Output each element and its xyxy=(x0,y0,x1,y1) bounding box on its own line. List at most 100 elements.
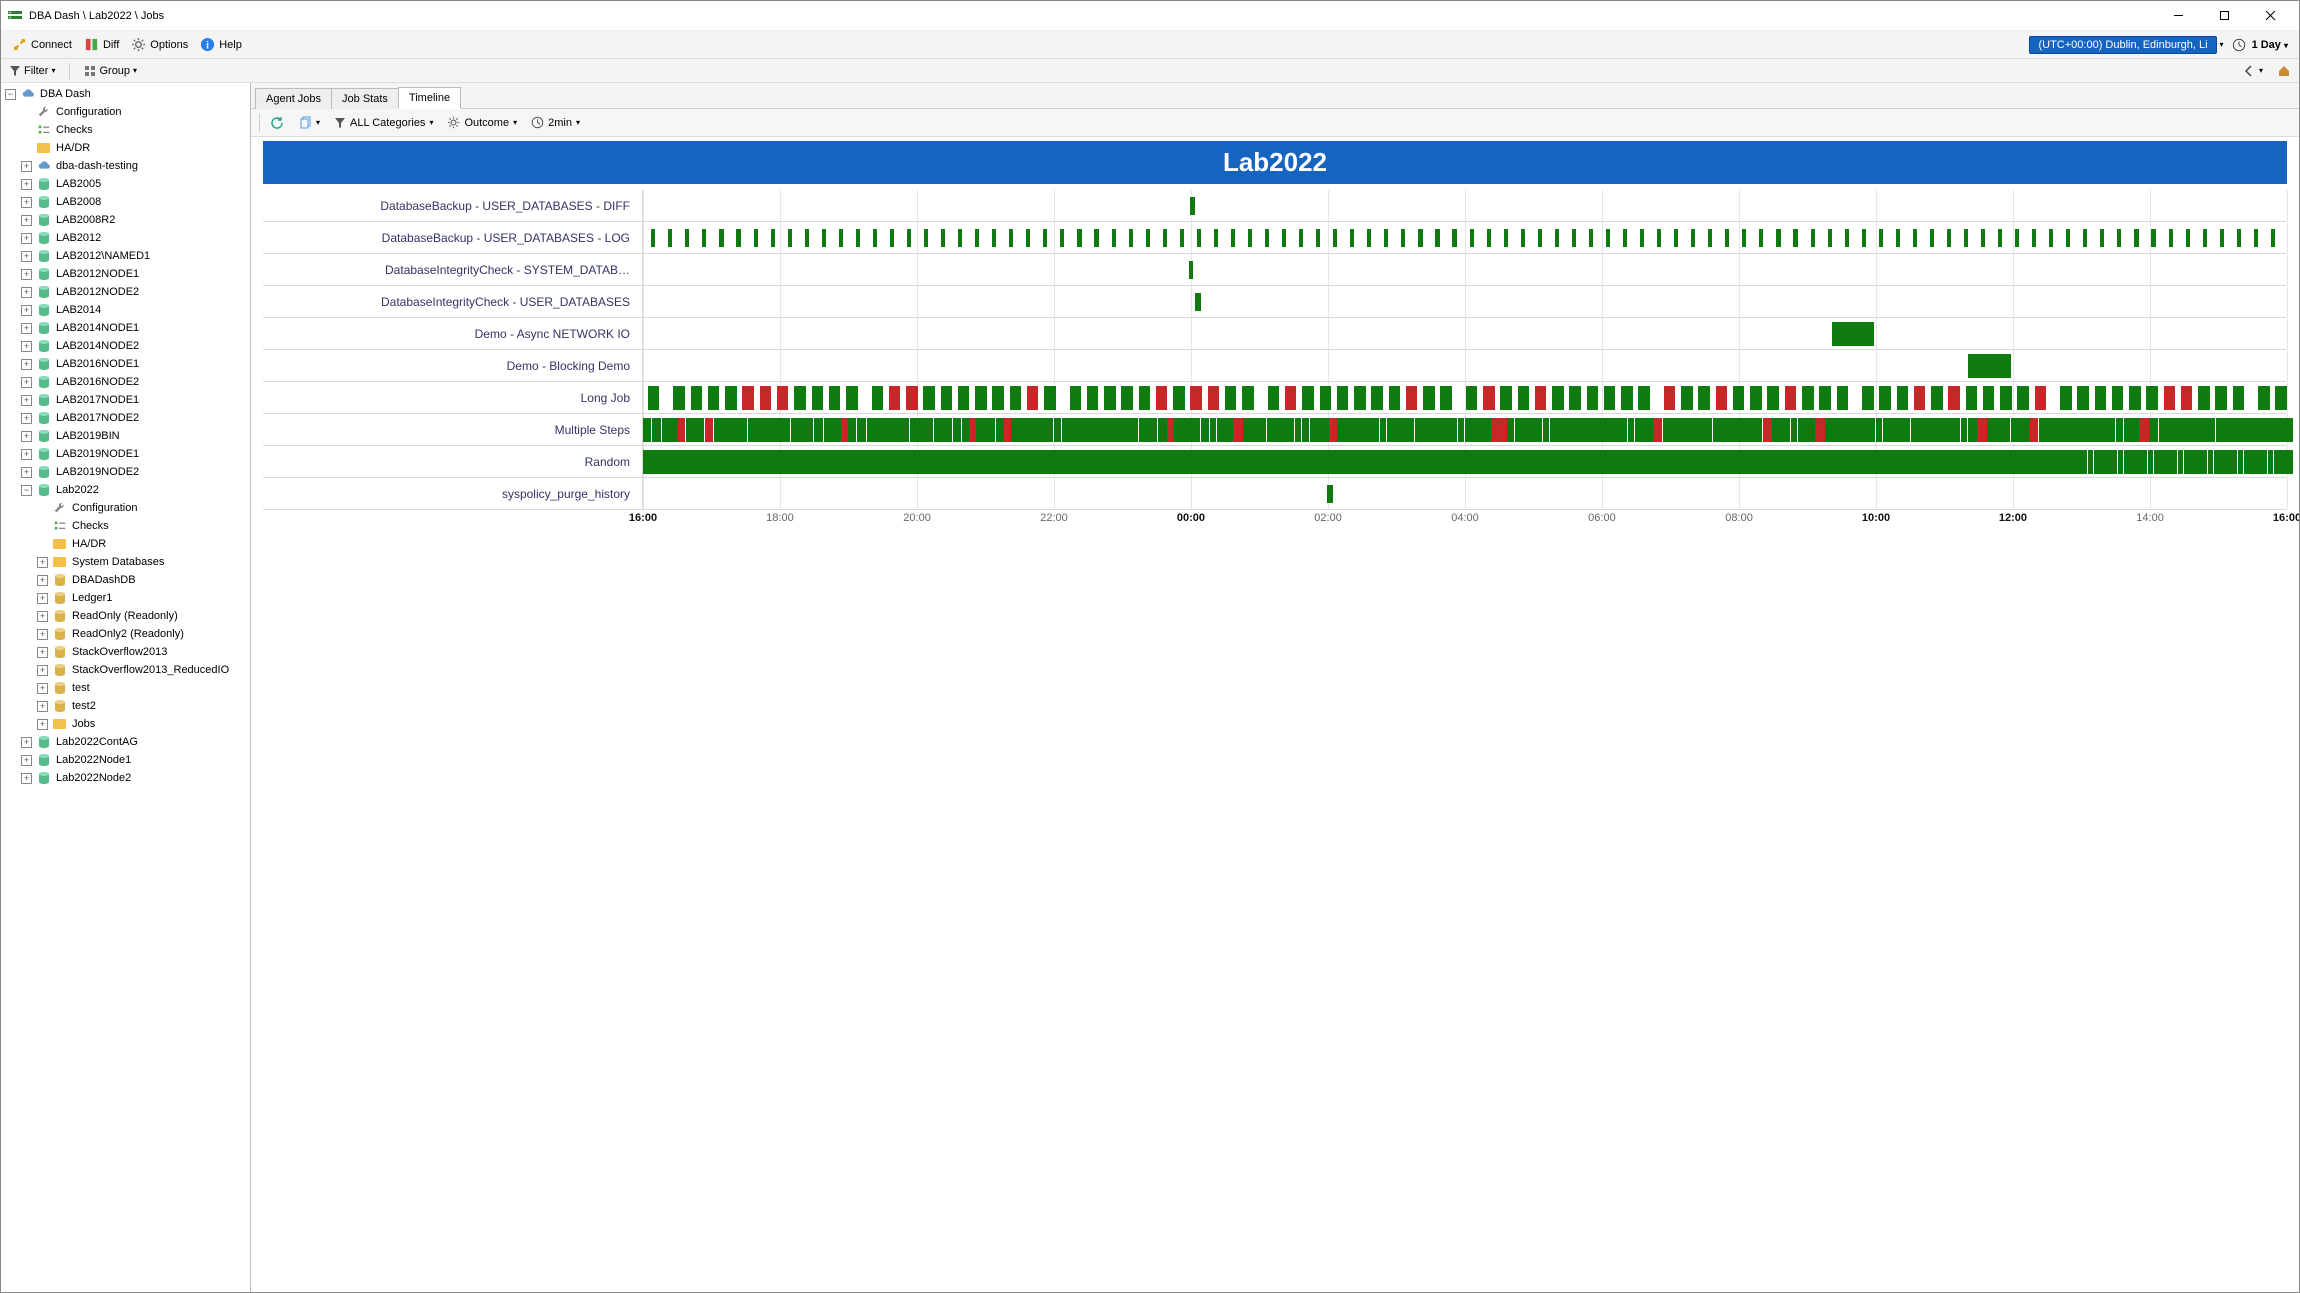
tree-item[interactable]: Configuration xyxy=(1,499,250,517)
tree-expander-icon[interactable]: + xyxy=(21,377,32,388)
timeline-row-label[interactable]: Long Job xyxy=(263,382,643,413)
tree-expander-icon[interactable]: + xyxy=(21,341,32,352)
tree-item[interactable]: +LAB2012NODE1 xyxy=(1,265,250,283)
timeline-row-label[interactable]: Random xyxy=(263,446,643,477)
tree-item[interactable]: +LAB2016NODE2 xyxy=(1,373,250,391)
tree-expander-icon[interactable]: + xyxy=(37,683,48,694)
timeline-row-track[interactable] xyxy=(643,286,2287,317)
tree-item[interactable]: +LAB2014 xyxy=(1,301,250,319)
tree-expander-icon[interactable]: + xyxy=(37,665,48,676)
tree-expander-icon[interactable]: + xyxy=(21,287,32,298)
tree-expander-icon[interactable]: + xyxy=(21,251,32,262)
minimize-button[interactable] xyxy=(2155,1,2201,31)
tree-item[interactable]: +LAB2019NODE1 xyxy=(1,445,250,463)
timeline-row-label[interactable]: DatabaseIntegrityCheck - USER_DATABASES xyxy=(263,286,643,317)
timeline-row-track[interactable] xyxy=(643,446,2287,477)
tree-item[interactable]: +System Databases xyxy=(1,553,250,571)
tree-item[interactable]: +LAB2012NODE2 xyxy=(1,283,250,301)
tree-expander-icon[interactable]: + xyxy=(21,467,32,478)
tree-expander-icon[interactable]: + xyxy=(21,413,32,424)
timeline-row-label[interactable]: DatabaseBackup - USER_DATABASES - LOG xyxy=(263,222,643,253)
tree-expander-icon[interactable]: + xyxy=(37,629,48,640)
refresh-button[interactable] xyxy=(266,114,288,132)
tree-item[interactable]: +LAB2012\NAMED1 xyxy=(1,247,250,265)
tree-expander-icon[interactable]: + xyxy=(21,305,32,316)
tree-expander-icon[interactable]: + xyxy=(21,755,32,766)
filter-button[interactable]: Filter▾ xyxy=(5,64,59,78)
group-button[interactable]: Group▾ xyxy=(80,64,141,78)
tree-expander-icon[interactable]: + xyxy=(21,773,32,784)
timeline-row-label[interactable]: Demo - Blocking Demo xyxy=(263,350,643,381)
tree-item[interactable]: +LAB2005 xyxy=(1,175,250,193)
tab-job-stats[interactable]: Job Stats xyxy=(331,88,399,109)
timeline-row-track[interactable] xyxy=(643,382,2287,413)
timeline-row-label[interactable]: Multiple Steps xyxy=(263,414,643,445)
tree-expander-icon[interactable]: + xyxy=(37,647,48,658)
tab-agent-jobs[interactable]: Agent Jobs xyxy=(255,88,332,109)
tree-expander-icon[interactable]: + xyxy=(21,737,32,748)
tree-item[interactable]: +LAB2019BIN xyxy=(1,427,250,445)
tree-item[interactable]: +StackOverflow2013_ReducedIO xyxy=(1,661,250,679)
tree-expander-icon[interactable]: + xyxy=(21,431,32,442)
tree-item[interactable]: +LAB2012 xyxy=(1,229,250,247)
tree-expander-icon[interactable]: + xyxy=(21,449,32,460)
timeline-row-label[interactable]: Demo - Async NETWORK IO xyxy=(263,318,643,349)
timeline-row-label[interactable]: syspolicy_purge_history xyxy=(263,478,643,509)
tree-item[interactable]: +Jobs xyxy=(1,715,250,733)
tree-item[interactable]: Checks xyxy=(1,517,250,535)
tree-item[interactable]: +LAB2014NODE1 xyxy=(1,319,250,337)
help-button[interactable]: i Help xyxy=(194,35,248,54)
tree-item[interactable]: +Ledger1 xyxy=(1,589,250,607)
tree-item[interactable]: +dba-dash-testing xyxy=(1,157,250,175)
timeline-row-label[interactable]: DatabaseBackup - USER_DATABASES - DIFF xyxy=(263,190,643,221)
maximize-button[interactable] xyxy=(2201,1,2247,31)
tree-item[interactable]: +ReadOnly (Readonly) xyxy=(1,607,250,625)
time-range-selector[interactable]: 1 Day ▾ xyxy=(2246,37,2294,53)
copy-button[interactable]: ▾ xyxy=(294,114,324,132)
tree-item[interactable]: +LAB2019NODE2 xyxy=(1,463,250,481)
tree-item[interactable]: +LAB2017NODE1 xyxy=(1,391,250,409)
tree-expander-icon[interactable]: + xyxy=(21,323,32,334)
tree-item[interactable]: −DBA Dash xyxy=(1,85,250,103)
timeline-row-track[interactable] xyxy=(643,222,2287,253)
tree-expander-icon[interactable]: + xyxy=(37,719,48,730)
tree-expander-icon[interactable]: + xyxy=(21,359,32,370)
tree-expander-icon[interactable]: + xyxy=(37,701,48,712)
timeline-row-track[interactable] xyxy=(643,414,2287,445)
tree-expander-icon[interactable]: − xyxy=(21,485,32,496)
tree-expander-icon[interactable]: + xyxy=(37,593,48,604)
timeline-row-track[interactable] xyxy=(643,478,2287,509)
tree-item[interactable]: +Lab2022ContAG xyxy=(1,733,250,751)
close-button[interactable] xyxy=(2247,1,2293,31)
nav-back-button[interactable]: ▾ xyxy=(2238,63,2267,79)
tree-item[interactable]: +LAB2008 xyxy=(1,193,250,211)
tree-item[interactable]: +ReadOnly2 (Readonly) xyxy=(1,625,250,643)
tab-timeline[interactable]: Timeline xyxy=(398,87,461,109)
outcome-filter[interactable]: Outcome▾ xyxy=(443,114,521,131)
tree-item[interactable]: HA/DR xyxy=(1,535,250,553)
granularity-selector[interactable]: 2min▾ xyxy=(527,114,584,131)
tree-item[interactable]: +test2 xyxy=(1,697,250,715)
tree-item[interactable]: +Lab2022Node1 xyxy=(1,751,250,769)
tree-item[interactable]: +StackOverflow2013 xyxy=(1,643,250,661)
timezone-selector[interactable]: (UTC+00:00) Dublin, Edinburgh, Li xyxy=(2029,36,2216,54)
timeline-row-track[interactable] xyxy=(643,190,2287,221)
tree-item[interactable]: +DBADashDB xyxy=(1,571,250,589)
tree-expander-icon[interactable]: + xyxy=(21,161,32,172)
tree-item[interactable]: +test xyxy=(1,679,250,697)
timeline-row-track[interactable] xyxy=(643,254,2287,285)
tree-expander-icon[interactable]: + xyxy=(21,179,32,190)
tree-item[interactable]: +LAB2016NODE1 xyxy=(1,355,250,373)
tree-item[interactable]: HA/DR xyxy=(1,139,250,157)
tree-pane[interactable]: −DBA DashConfigurationChecksHA/DR+dba-da… xyxy=(1,83,251,1292)
tree-expander-icon[interactable]: + xyxy=(21,269,32,280)
tree-item[interactable]: +LAB2014NODE2 xyxy=(1,337,250,355)
tree-expander-icon[interactable]: + xyxy=(37,611,48,622)
diff-button[interactable]: Diff xyxy=(78,35,125,54)
tree-expander-icon[interactable]: + xyxy=(21,395,32,406)
nav-home-button[interactable] xyxy=(2273,63,2295,79)
tree-item[interactable]: Configuration xyxy=(1,103,250,121)
tree-item[interactable]: +Lab2022Node2 xyxy=(1,769,250,787)
tree-expander-icon[interactable]: + xyxy=(21,197,32,208)
tree-expander-icon[interactable]: − xyxy=(5,89,16,100)
